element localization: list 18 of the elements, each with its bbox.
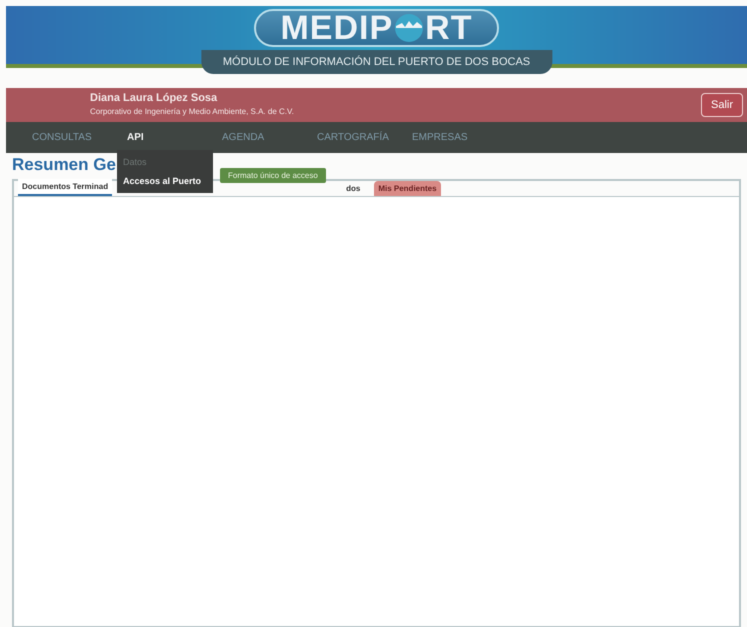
company-name: Corporativo de Ingeniería y Medio Ambiente, S.A. de C.V.	[90, 107, 294, 116]
nav-item[interactable]: CONSULTAS	[32, 132, 127, 143]
submenu-item[interactable]: Formato único de acceso	[220, 168, 326, 183]
nav-item[interactable]: API	[127, 132, 222, 143]
menu-item[interactable]: Accesos al Puerto	[117, 170, 213, 189]
logout-button[interactable]: Salir	[700, 93, 743, 117]
logo: MEDIP RT	[254, 9, 498, 47]
nav-item[interactable]: EMPRESAS	[412, 132, 507, 143]
tab[interactable]: dos	[342, 181, 364, 196]
menu-item[interactable]: Datos	[117, 154, 213, 170]
nav-item[interactable]: AGENDA	[222, 132, 317, 143]
user-name: Diana Laura López Sosa	[90, 92, 218, 104]
nav-item[interactable]: CARTOGRAFÍA	[317, 132, 412, 143]
globe-icon	[394, 13, 424, 43]
page-title: Resumen Ge	[12, 155, 116, 175]
subtitle: MÓDULO DE INFORMACIÓN DEL PUERTO DE DOS BOCAS	[200, 50, 552, 74]
tab[interactable]: Documentos Terminad	[18, 179, 112, 196]
tab[interactable]: Mis Pendientes	[374, 181, 441, 196]
